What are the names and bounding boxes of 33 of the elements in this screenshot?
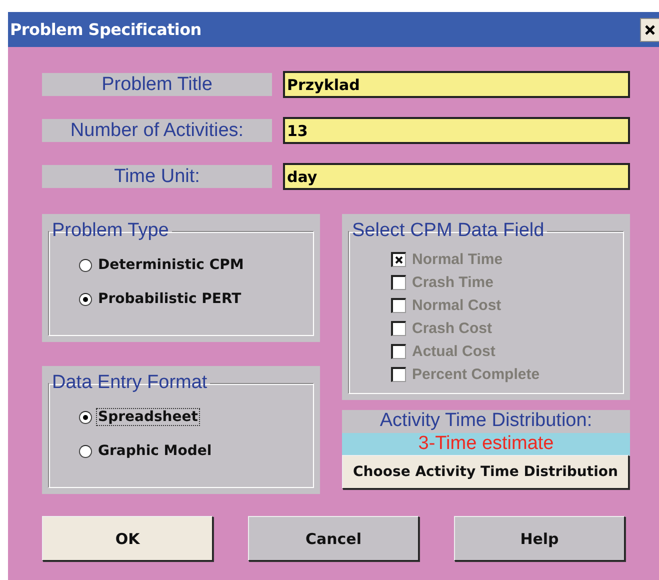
close-icon bbox=[645, 24, 655, 34]
option-label: Graphic Model bbox=[97, 442, 213, 460]
distribution-value: 3-Time estimate bbox=[342, 433, 630, 455]
dialog-button[interactable]: OK bbox=[42, 516, 213, 561]
close-button[interactable] bbox=[640, 18, 659, 42]
field-label: Problem Title bbox=[42, 73, 272, 96]
group-title: Data Entry Format bbox=[51, 372, 208, 394]
x-mark-icon bbox=[394, 254, 404, 264]
option-label: Actual Cost bbox=[411, 342, 496, 360]
input-field[interactable]: 13 bbox=[283, 117, 630, 144]
option-label: Crash Cost bbox=[411, 318, 494, 338]
option-label: Spreadsheet bbox=[96, 408, 200, 426]
dialog-button[interactable]: Help bbox=[454, 516, 625, 561]
dialog-button[interactable]: Cancel bbox=[248, 516, 419, 561]
group-title: Select CPM Data Field bbox=[351, 220, 546, 242]
option-label: Probabilistic PERT bbox=[97, 290, 242, 308]
option-label: Percent Complete bbox=[411, 364, 541, 384]
input-field[interactable]: day bbox=[283, 163, 630, 190]
input-field[interactable]: Przyklad bbox=[283, 71, 630, 98]
option-label: Crash Time bbox=[411, 272, 494, 292]
option-label: Normal Time bbox=[411, 250, 504, 268]
radio-button[interactable] bbox=[79, 444, 92, 458]
field-label: Time Unit: bbox=[42, 165, 272, 188]
radio-button[interactable] bbox=[79, 258, 92, 272]
radio-button[interactable] bbox=[79, 292, 92, 306]
field-label: Number of Activities: bbox=[42, 119, 272, 142]
group-title: Problem Type bbox=[51, 220, 170, 242]
choose-distribution-button[interactable]: Choose Activity Time Distribution bbox=[342, 455, 629, 489]
distribution-label: Activity Time Distribution: bbox=[378, 410, 594, 433]
radio-button[interactable] bbox=[79, 410, 92, 424]
option-label: Normal Cost bbox=[411, 296, 502, 314]
option-label: Deterministic CPM bbox=[97, 256, 245, 274]
window-title: Problem Specification bbox=[9, 20, 202, 39]
